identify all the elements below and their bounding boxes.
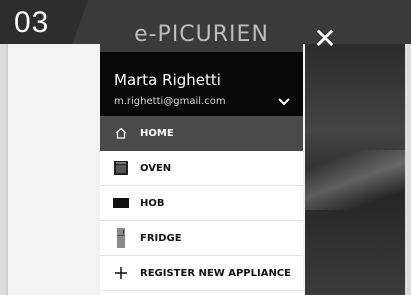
menu-item-fridge[interactable]: FRIDGE [100, 221, 303, 256]
brand-logo: e-PICURIEN [100, 16, 303, 52]
side-menu: e-PICURIEN Marta Righetti m.righetti@gma… [100, 16, 303, 295]
user-email: m.righetti@gmail.com [114, 96, 226, 107]
menu-item-oven[interactable]: OVEN [100, 151, 303, 186]
menu-item-label: HOB [140, 197, 165, 209]
menu-item-home[interactable]: HOME [100, 116, 303, 151]
menu-item-register-appliance[interactable]: REGISTER NEW APPLIANCE [100, 256, 303, 291]
plus-icon [112, 264, 130, 282]
menu-item-label: REGISTER NEW APPLIANCE [140, 267, 291, 279]
menu-item-hob[interactable]: HOB [100, 186, 303, 221]
oven-icon [112, 159, 130, 177]
fridge-icon [112, 228, 130, 248]
user-name: Marta Righetti [114, 71, 221, 89]
step-number: 03 [14, 6, 50, 39]
appliance-reflection [305, 150, 405, 210]
close-button[interactable]: ✕ [308, 22, 342, 56]
menu-item-label: OVEN [140, 162, 172, 174]
menu-items: HOME OVEN HOB FRIDGE REGISTER NEW APPLIA… [100, 116, 303, 291]
chevron-down-icon[interactable] [276, 94, 292, 110]
menu-item-label: FRIDGE [140, 232, 182, 244]
menu-header: e-PICURIEN Marta Righetti m.righetti@gma… [100, 16, 303, 116]
close-icon: ✕ [313, 22, 337, 55]
home-icon [112, 124, 130, 142]
menu-item-label: HOME [140, 127, 174, 139]
hob-icon [112, 194, 130, 212]
